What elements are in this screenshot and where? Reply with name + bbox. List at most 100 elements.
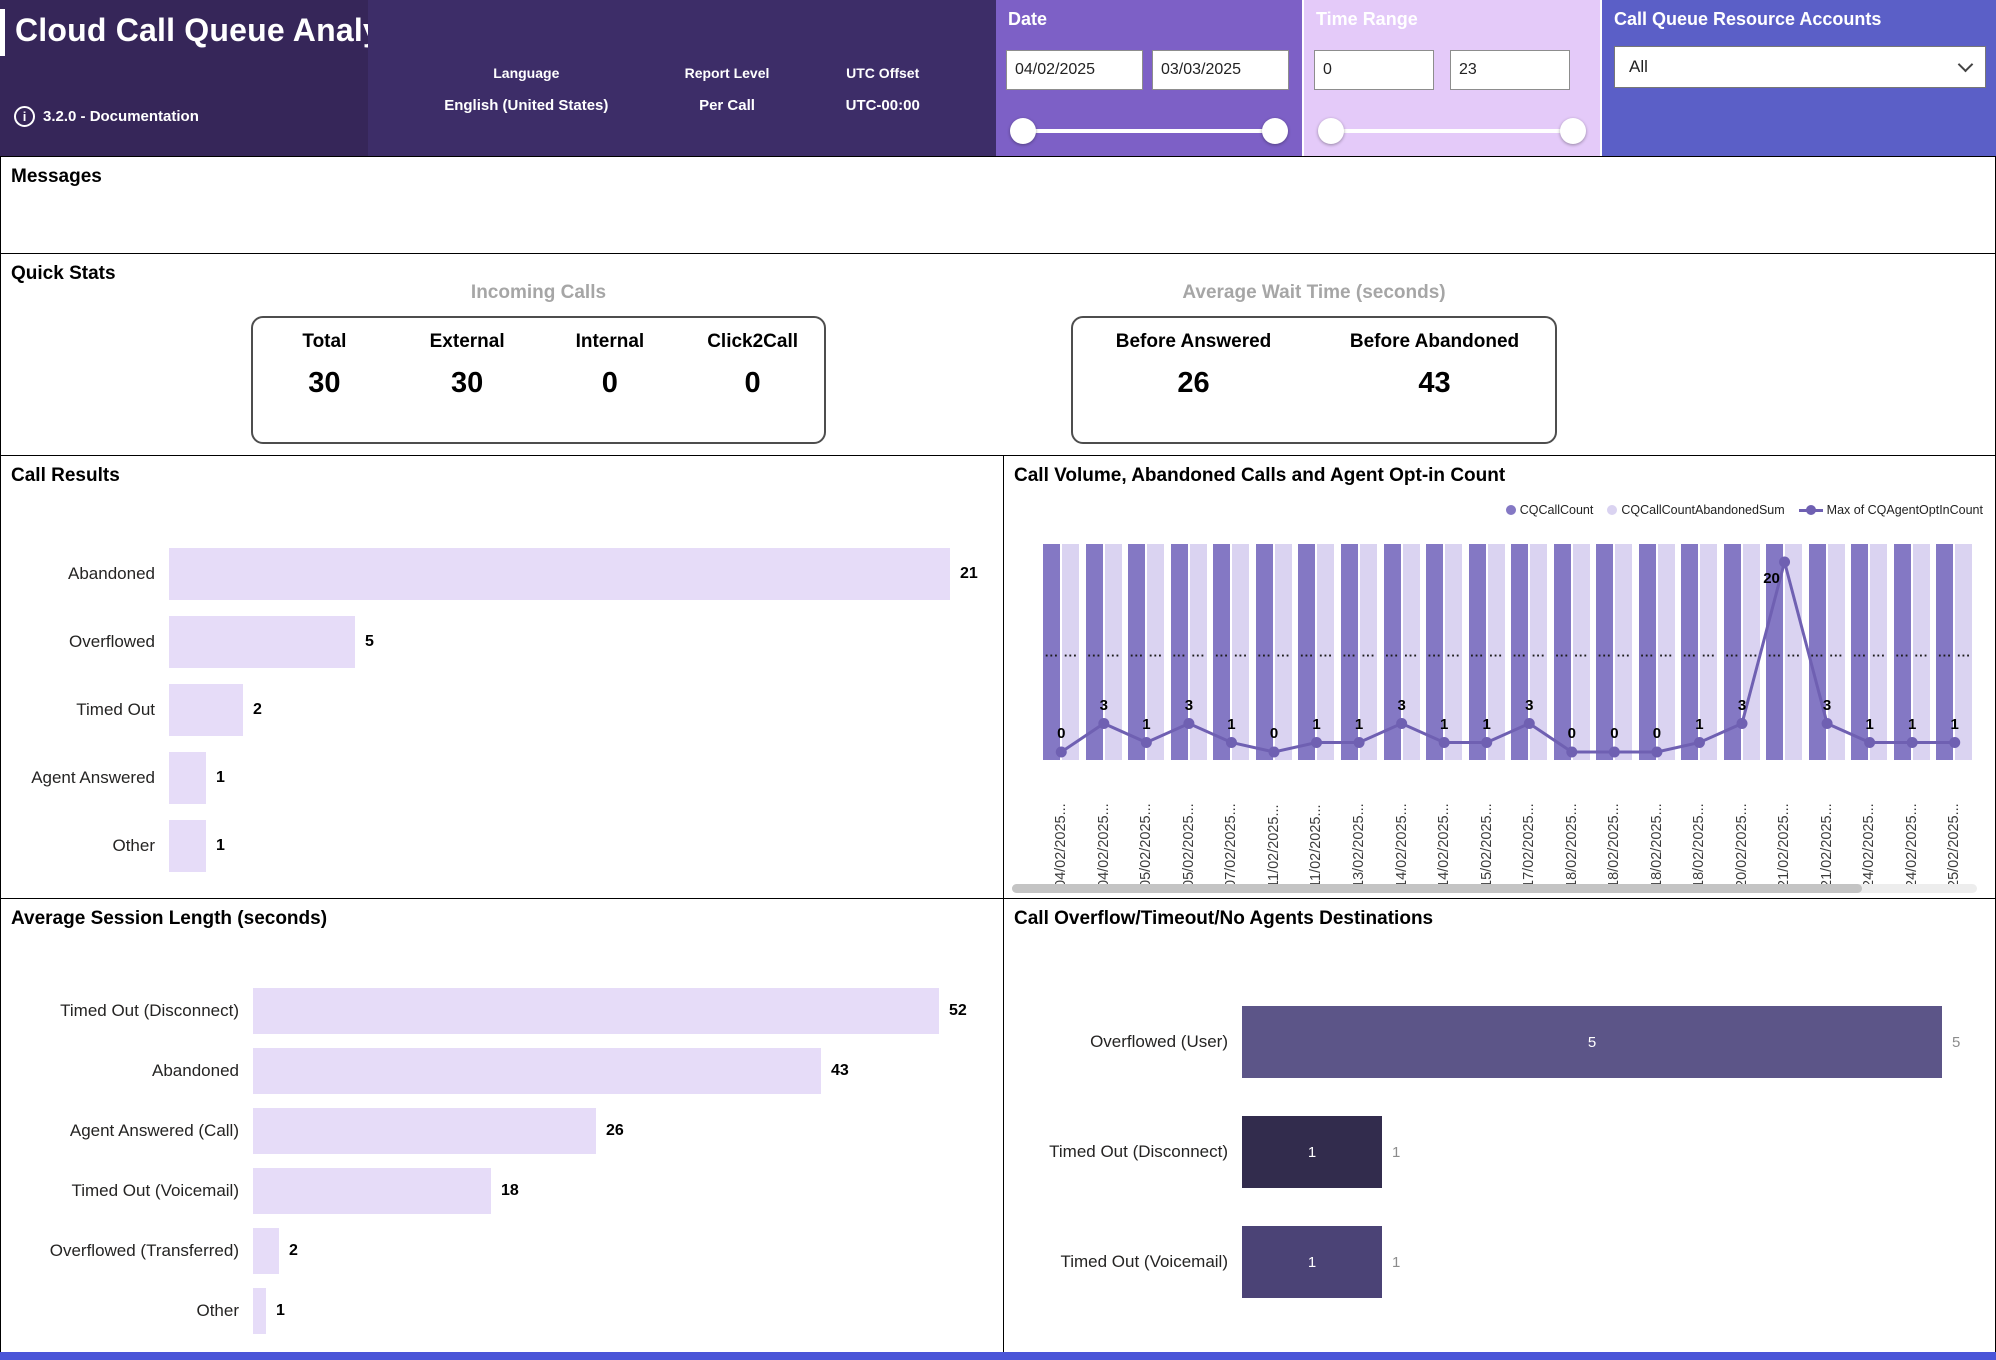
abandoned-sum-bar[interactable]: ...: [1615, 544, 1632, 760]
call-count-bar[interactable]: ...: [1128, 544, 1145, 760]
call-count-bar[interactable]: ...: [1766, 544, 1783, 760]
call-count-bar[interactable]: ...: [1639, 544, 1656, 760]
bar[interactable]: [169, 752, 206, 804]
call-count-bar[interactable]: ...: [1936, 544, 1953, 760]
bar[interactable]: [169, 616, 355, 668]
call-count-bar[interactable]: ...: [1894, 544, 1911, 760]
bar[interactable]: [253, 1288, 266, 1334]
abandoned-sum-bar[interactable]: ...: [1913, 544, 1930, 760]
bar[interactable]: [253, 1168, 491, 1214]
legend-call-count[interactable]: CQCallCount: [1506, 503, 1594, 517]
time-slider-track[interactable]: [1330, 129, 1574, 133]
abandoned-sum-bar[interactable]: ...: [1530, 544, 1547, 760]
call-count-bar[interactable]: ...: [1171, 544, 1188, 760]
bar-track: 1 1: [1242, 1226, 1987, 1298]
call-count-bar[interactable]: ...: [1256, 544, 1273, 760]
call-count-bar[interactable]: ...: [1298, 544, 1315, 760]
date-start-input[interactable]: [1006, 50, 1143, 90]
abandoned-sum-bar[interactable]: ...: [1743, 544, 1760, 760]
abandoned-sum-bar[interactable]: ...: [1445, 544, 1462, 760]
x-axis-label: 17/02/2025...: [1508, 768, 1551, 888]
abandoned-sum-bar[interactable]: ...: [1955, 544, 1972, 760]
abandoned-sum-bar[interactable]: ...: [1573, 544, 1590, 760]
legend-abandoned-sum[interactable]: CQCallCountAbandonedSum: [1607, 503, 1784, 517]
report-meta-block: Language English (United States) Report …: [368, 0, 996, 156]
truncated-value-label: ...: [1172, 645, 1186, 660]
bar-group: ... ...: [1253, 544, 1296, 760]
bar[interactable]: [253, 988, 939, 1034]
legend-agent-optin[interactable]: Max of CQAgentOptInCount: [1799, 503, 1983, 517]
abandoned-sum-bar[interactable]: ...: [1062, 544, 1079, 760]
bar[interactable]: [253, 1228, 279, 1274]
call-count-bar[interactable]: ...: [1384, 544, 1401, 760]
time-end-input[interactable]: [1450, 50, 1570, 90]
category-label: Other: [1, 836, 169, 856]
call-count-bar[interactable]: ...: [1724, 544, 1741, 760]
call-count-bar[interactable]: ...: [1426, 544, 1443, 760]
bar-row: Overflowed (User) 5 5: [1004, 987, 1987, 1097]
info-icon[interactable]: i: [14, 106, 35, 127]
destinations-panel: Call Overflow/Timeout/No Agents Destinat…: [1003, 898, 1996, 1353]
truncated-value-label: ...: [1087, 645, 1101, 660]
quick-stats-panel: Quick Stats Incoming Calls Total 30 Exte…: [0, 253, 1996, 456]
abandoned-sum-bar[interactable]: ...: [1232, 544, 1249, 760]
bar[interactable]: [169, 548, 950, 600]
time-start-input[interactable]: [1314, 50, 1434, 90]
call-count-bar[interactable]: ...: [1681, 544, 1698, 760]
chart-scrollbar-thumb[interactable]: [1012, 884, 1862, 893]
bar-row: Agent Answered (Call) 26: [1, 1101, 995, 1161]
truncated-value-label: ...: [1702, 645, 1716, 660]
bar[interactable]: 1: [1242, 1116, 1382, 1188]
call-count-bar[interactable]: ...: [1596, 544, 1613, 760]
bar-group: ... ...: [1508, 544, 1551, 760]
bar-row: Timed Out (Voicemail) 18: [1, 1161, 995, 1221]
time-range-slider[interactable]: [1318, 116, 1586, 146]
abandoned-sum-bar[interactable]: ...: [1785, 544, 1802, 760]
abandoned-sum-bar[interactable]: ...: [1190, 544, 1207, 760]
abandoned-sum-bar[interactable]: ...: [1403, 544, 1420, 760]
chart-scrollbar-track[interactable]: [1012, 884, 1977, 893]
call-count-bar[interactable]: ...: [1469, 544, 1486, 760]
bar[interactable]: 5: [1242, 1006, 1942, 1078]
call-count-bar[interactable]: ...: [1043, 544, 1060, 760]
time-slider-handle-start[interactable]: [1318, 118, 1344, 144]
bar[interactable]: [169, 684, 243, 736]
date-slider-handle-end[interactable]: [1262, 118, 1288, 144]
truncated-value-label: ...: [1683, 645, 1697, 660]
date-slider-handle-start[interactable]: [1010, 118, 1036, 144]
call-count-bar[interactable]: ...: [1511, 544, 1528, 760]
abandoned-sum-bar[interactable]: ...: [1488, 544, 1505, 760]
abandoned-sum-bar[interactable]: ...: [1105, 544, 1122, 760]
x-axis-label: 18/02/2025...: [1593, 768, 1636, 888]
call-count-bar[interactable]: ...: [1341, 544, 1358, 760]
abandoned-sum-bar[interactable]: ...: [1360, 544, 1377, 760]
bar[interactable]: [169, 820, 206, 872]
date-slider-track[interactable]: [1022, 129, 1276, 133]
bar[interactable]: [253, 1048, 821, 1094]
call-count-bar[interactable]: ...: [1213, 544, 1230, 760]
date-end-input[interactable]: [1152, 50, 1289, 90]
abandoned-sum-bar[interactable]: ...: [1275, 544, 1292, 760]
time-slider-handle-end[interactable]: [1560, 118, 1586, 144]
abandoned-sum-bar[interactable]: ...: [1870, 544, 1887, 760]
abandoned-sum-bar[interactable]: ...: [1828, 544, 1845, 760]
bar[interactable]: [253, 1108, 596, 1154]
call-count-bar[interactable]: ...: [1851, 544, 1868, 760]
bar[interactable]: 1: [1242, 1226, 1382, 1298]
abandoned-sum-bar[interactable]: ...: [1658, 544, 1675, 760]
call-count-bar[interactable]: ...: [1086, 544, 1103, 760]
truncated-value-label: ...: [1234, 645, 1248, 660]
bar-value-label: 1: [216, 769, 225, 787]
resource-accounts-dropdown[interactable]: All: [1614, 46, 1986, 88]
truncated-value-label: ...: [1447, 645, 1461, 660]
x-axis-label: 18/02/2025...: [1678, 768, 1721, 888]
category-label: Overflowed: [1, 632, 169, 652]
call-count-bar[interactable]: ...: [1554, 544, 1571, 760]
call-count-bar[interactable]: ...: [1809, 544, 1826, 760]
abandoned-sum-bar[interactable]: ...: [1147, 544, 1164, 760]
truncated-value-label: ...: [1385, 645, 1399, 660]
abandoned-sum-bar[interactable]: ...: [1700, 544, 1717, 760]
stat-before-abandoned: Before Abandoned 43: [1314, 318, 1555, 442]
date-range-slider[interactable]: [1010, 116, 1288, 146]
abandoned-sum-bar[interactable]: ...: [1317, 544, 1334, 760]
